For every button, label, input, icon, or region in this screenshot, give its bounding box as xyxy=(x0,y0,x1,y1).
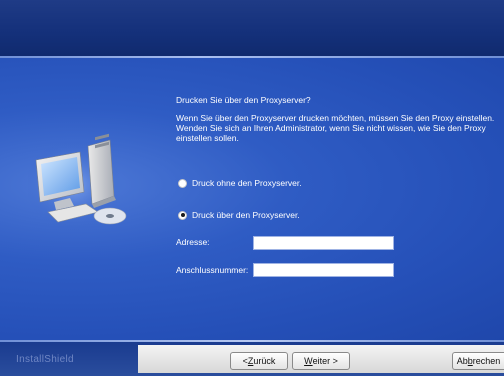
page-title: Drucken Sie über den Proxyserver? xyxy=(176,95,311,105)
installshield-brand: InstallShield xyxy=(16,354,74,365)
wizard-header-banner xyxy=(0,0,504,56)
page-description: Wenn Sie über den Proxyserver drucken mö… xyxy=(176,113,495,143)
radio-use-proxy[interactable]: Druck über den Proxyserver. xyxy=(178,210,300,220)
computer-icon xyxy=(28,133,127,230)
port-label: Anschlussnummer: xyxy=(176,265,249,275)
radio-no-proxy[interactable]: Druck ohne den Proxyserver. xyxy=(178,178,302,188)
next-button[interactable]: Weiter > xyxy=(292,352,350,370)
radio-use-proxy-label: Druck über den Proxyserver. xyxy=(192,210,300,220)
address-label: Adresse: xyxy=(176,237,210,247)
back-button[interactable]: < Zurück xyxy=(230,352,288,370)
radio-selected[interactable] xyxy=(178,210,187,220)
port-input[interactable] xyxy=(253,263,394,277)
radio-unselected[interactable] xyxy=(178,178,187,188)
cancel-button[interactable]: Ab b rechen xyxy=(452,352,504,370)
radio-no-proxy-label: Druck ohne den Proxyserver. xyxy=(192,178,302,188)
address-input[interactable] xyxy=(253,236,394,250)
cd-disc-icon xyxy=(93,207,127,225)
